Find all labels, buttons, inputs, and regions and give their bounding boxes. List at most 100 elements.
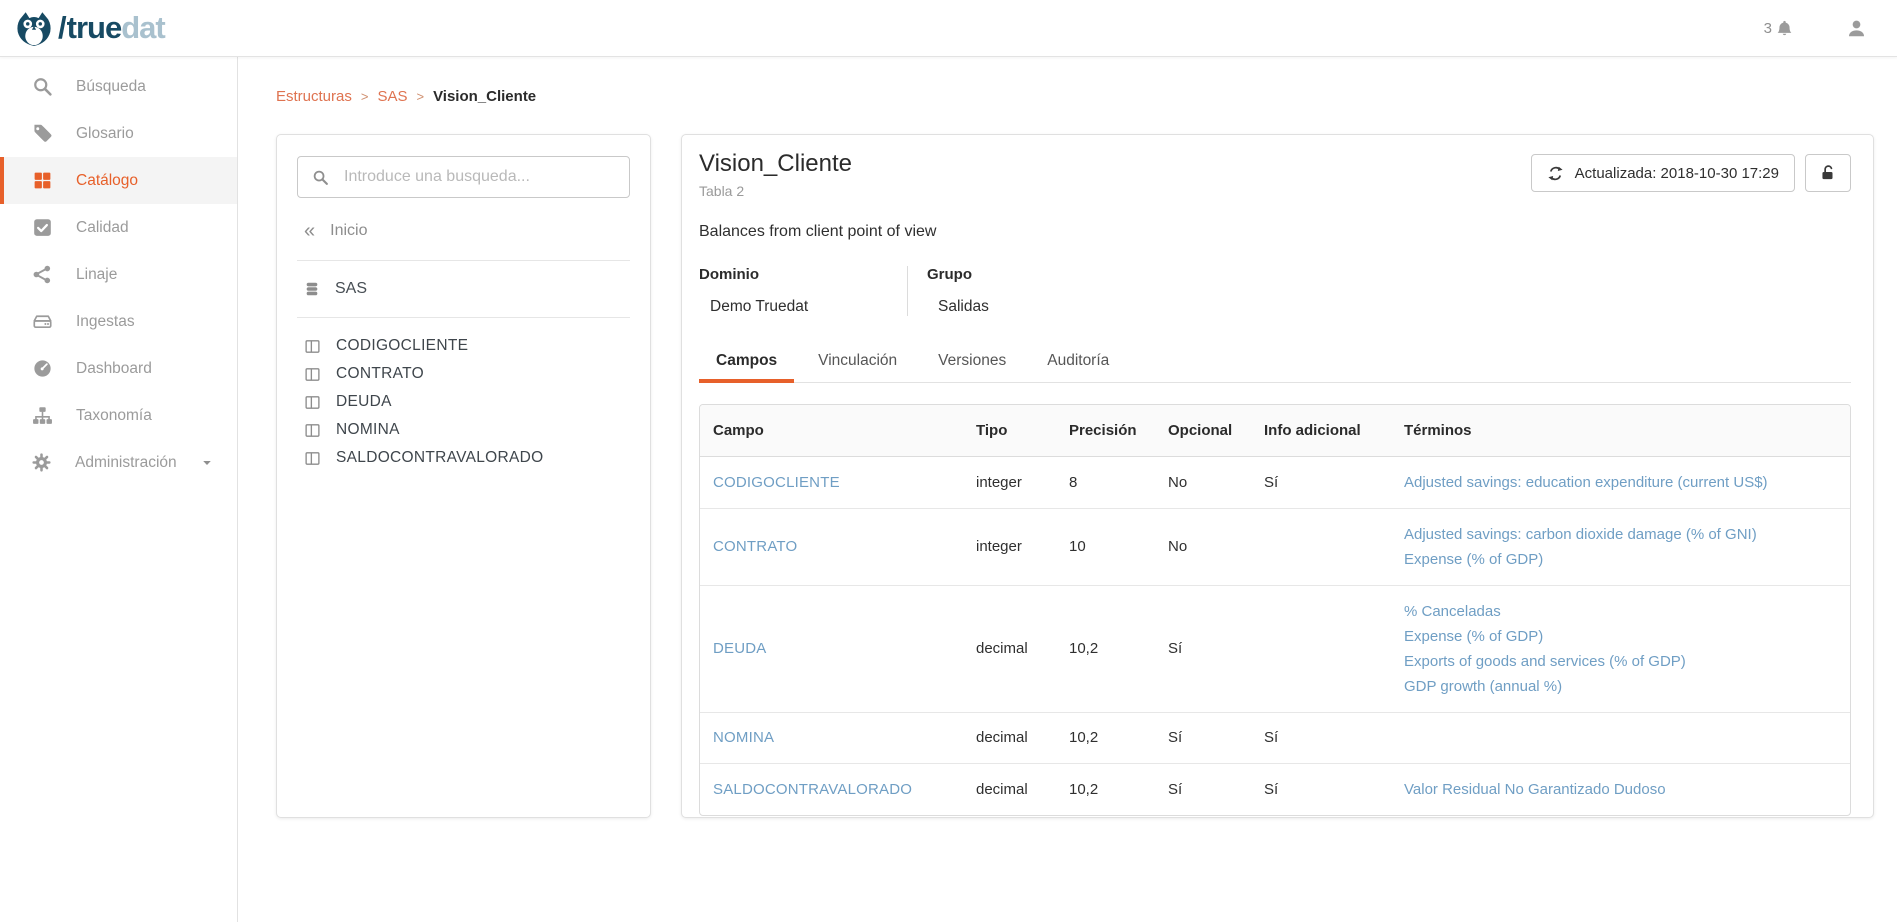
field-name-cell: CONTRATO (700, 509, 963, 586)
field-info-cell: Sí (1251, 457, 1391, 509)
fields-table: CampoTipoPrecisiónOpcionalInfo adicional… (700, 405, 1850, 815)
unlock-icon (1819, 164, 1837, 182)
term-link[interactable]: Expense (% of GDP) (1404, 547, 1838, 572)
field-opcional-cell: No (1155, 457, 1251, 509)
tab-vinculacion[interactable]: Vinculación (801, 343, 914, 382)
field-link[interactable]: SALDOCONTRAVALORADO (713, 781, 912, 798)
structure-type-subtitle: Tabla 2 (699, 183, 852, 199)
domain-label: Dominio (699, 266, 907, 283)
field-name-cell: SALDOCONTRAVALORADO (700, 764, 963, 816)
sidebar-item-label: Dashboard (76, 360, 152, 378)
sidebar-item-glosario[interactable]: Glosario (0, 110, 237, 157)
term-link[interactable]: GDP growth (annual %) (1404, 674, 1838, 699)
field-terms-cell: Valor Residual No Garantizado Dudoso (1391, 764, 1850, 816)
sidebar-item-administracion[interactable]: Administración (0, 439, 237, 486)
fields-table-header: CampoTipoPrecisiónOpcionalInfo adicional… (700, 405, 1850, 457)
field-link[interactable]: CONTRATO (713, 538, 797, 555)
sidebar-item-linaje[interactable]: Linaje (0, 251, 237, 298)
tree-table-label: NOMINA (336, 421, 400, 439)
field-info-cell (1251, 509, 1391, 586)
tree-table-item[interactable]: CODIGOCLIENTE (304, 337, 630, 355)
tab-campos[interactable]: Campos (699, 343, 794, 382)
dashboard-icon (31, 358, 53, 379)
tree-table-item[interactable]: CONTRATO (304, 365, 630, 383)
structure-tree-panel: « Inicio SAS CODIGOCLIENTE CONTRATO DEUDA N… (276, 134, 651, 818)
table-row: SALDOCONTRAVALORADOdecimal10,2SíSíValor … (700, 764, 1850, 816)
term-link[interactable]: Adjusted savings: education expenditure … (1404, 470, 1838, 495)
field-link[interactable]: DEUDA (713, 640, 767, 657)
columns-icon (304, 366, 321, 383)
structure-description: Balances from client point of view (699, 223, 1851, 241)
field-info-cell: Sí (1251, 713, 1391, 764)
sitemap-icon (31, 405, 53, 426)
double-angle-left-icon: « (304, 224, 315, 238)
breadcrumb-current: Vision_Cliente (433, 88, 536, 105)
tree-table-item[interactable]: DEUDA (304, 393, 630, 411)
share-icon (31, 264, 53, 285)
tree-table-item[interactable]: SALDOCONTRAVALORADO (304, 449, 630, 467)
meta-row: Dominio Demo Truedat Grupo Salidas (699, 266, 1851, 316)
structure-detail-panel: Vision_Cliente Tabla 2 Actualizada: 2018… (681, 134, 1874, 818)
tree-back-button[interactable]: « Inicio (304, 222, 630, 240)
unlock-button[interactable] (1805, 154, 1851, 192)
field-name-cell: DEUDA (700, 586, 963, 713)
user-menu-button[interactable] (1846, 18, 1867, 39)
columns-icon (304, 338, 321, 355)
field-link[interactable]: NOMINA (713, 729, 774, 746)
fields-table-container: CampoTipoPrecisiónOpcionalInfo adicional… (699, 404, 1851, 816)
sidebar-item-label: Búsqueda (76, 78, 146, 96)
sidebar-item-label: Administración (75, 454, 177, 472)
tree-divider (297, 317, 630, 318)
search-icon (31, 76, 53, 97)
tab-auditoria[interactable]: Auditoría (1030, 343, 1126, 382)
field-opcional-cell: Sí (1155, 586, 1251, 713)
sidebar-item-busqueda[interactable]: Búsqueda (0, 63, 237, 110)
term-link[interactable]: Adjusted savings: carbon dioxide damage … (1404, 522, 1838, 547)
logo-wordmark: /truedat (58, 10, 165, 46)
breadcrumb-link[interactable]: SAS (377, 88, 407, 105)
truedat-logo[interactable]: /truedat (14, 10, 165, 47)
sidebar-item-catalogo[interactable]: Catálogo (0, 157, 237, 204)
field-name-cell: NOMINA (700, 713, 963, 764)
detail-tabs: CamposVinculaciónVersionesAuditoría (699, 343, 1851, 383)
breadcrumb-link[interactable]: Estructuras (276, 88, 352, 105)
sidebar-item-dashboard[interactable]: Dashboard (0, 345, 237, 392)
field-tipo-cell: integer (963, 457, 1056, 509)
tags-icon (31, 123, 53, 144)
sidebar-item-label: Ingestas (76, 313, 135, 331)
page-title: Vision_Cliente (699, 150, 852, 178)
top-navbar: /truedat 3 (0, 0, 1897, 57)
field-name-cell: CODIGOCLIENTE (700, 457, 963, 509)
refresh-updated-button[interactable]: Actualizada: 2018-10-30 17:29 (1531, 154, 1795, 192)
field-link[interactable]: CODIGOCLIENTE (713, 474, 840, 491)
sidebar-item-taxonomia[interactable]: Taxonomía (0, 392, 237, 439)
tree-table-list: CODIGOCLIENTE CONTRATO DEUDA NOMINA SALDOCON… (304, 337, 630, 467)
tree-search-input[interactable] (342, 167, 615, 187)
tab-versiones[interactable]: Versiones (921, 343, 1023, 382)
bell-icon (1775, 19, 1794, 38)
sidebar-item-calidad[interactable]: Calidad (0, 204, 237, 251)
term-link[interactable]: Expense (% of GDP) (1404, 624, 1838, 649)
field-terms-cell: Adjusted savings: education expenditure … (1391, 457, 1850, 509)
tree-table-item[interactable]: NOMINA (304, 421, 630, 439)
columns-icon (304, 422, 321, 439)
columns-icon (304, 394, 321, 411)
field-tipo-cell: decimal (963, 586, 1056, 713)
sidebar-item-ingestas[interactable]: Ingestas (0, 298, 237, 345)
field-precision-cell: 8 (1056, 457, 1155, 509)
notifications-button[interactable]: 3 (1764, 19, 1794, 38)
sidebar-item-label: Linaje (76, 266, 117, 284)
term-link[interactable]: Exports of goods and services (% of GDP) (1404, 649, 1838, 674)
database-icon (304, 281, 320, 297)
table-row: CONTRATOinteger10NoAdjusted savings: car… (700, 509, 1850, 586)
field-tipo-cell: decimal (963, 764, 1056, 816)
term-link[interactable]: Valor Residual No Garantizado Dudoso (1404, 777, 1838, 802)
field-info-cell: Sí (1251, 764, 1391, 816)
column-header: Tipo (963, 405, 1056, 457)
chevron-down-icon (200, 456, 214, 470)
user-icon (1846, 18, 1867, 39)
term-link[interactable]: % Canceladas (1404, 599, 1838, 624)
column-header: Info adicional (1251, 405, 1391, 457)
field-info-cell (1251, 586, 1391, 713)
tree-system-sas[interactable]: SAS (304, 280, 630, 298)
